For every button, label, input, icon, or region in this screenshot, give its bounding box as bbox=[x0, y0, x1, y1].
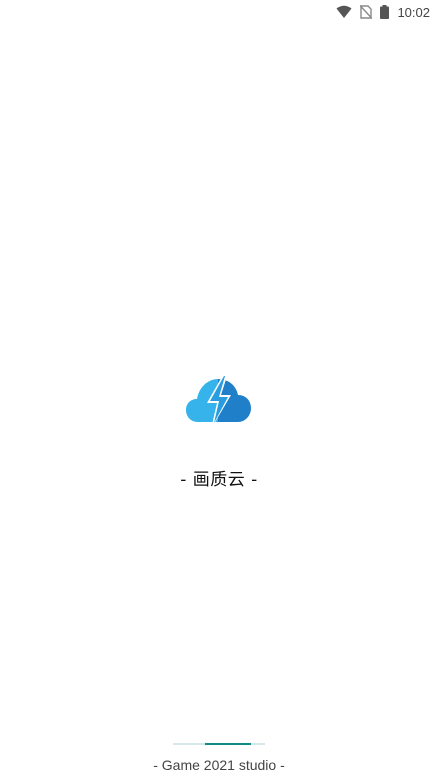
cloud-lightning-icon bbox=[184, 371, 254, 431]
app-name: - 画质云 - bbox=[180, 470, 258, 490]
status-bar: 10:02 bbox=[336, 0, 438, 24]
studio-credit: - Game 2021 studio - bbox=[153, 757, 285, 773]
wifi-icon bbox=[336, 5, 352, 19]
no-sim-icon bbox=[360, 5, 373, 19]
loading-progress-bar bbox=[173, 743, 265, 745]
battery-icon bbox=[380, 5, 390, 19]
loading-progress-fill bbox=[205, 743, 251, 745]
status-time: 10:02 bbox=[397, 4, 430, 20]
splash-screen: 10:02 - 画质云 - - Game 2021 studio - bbox=[0, 0, 438, 779]
